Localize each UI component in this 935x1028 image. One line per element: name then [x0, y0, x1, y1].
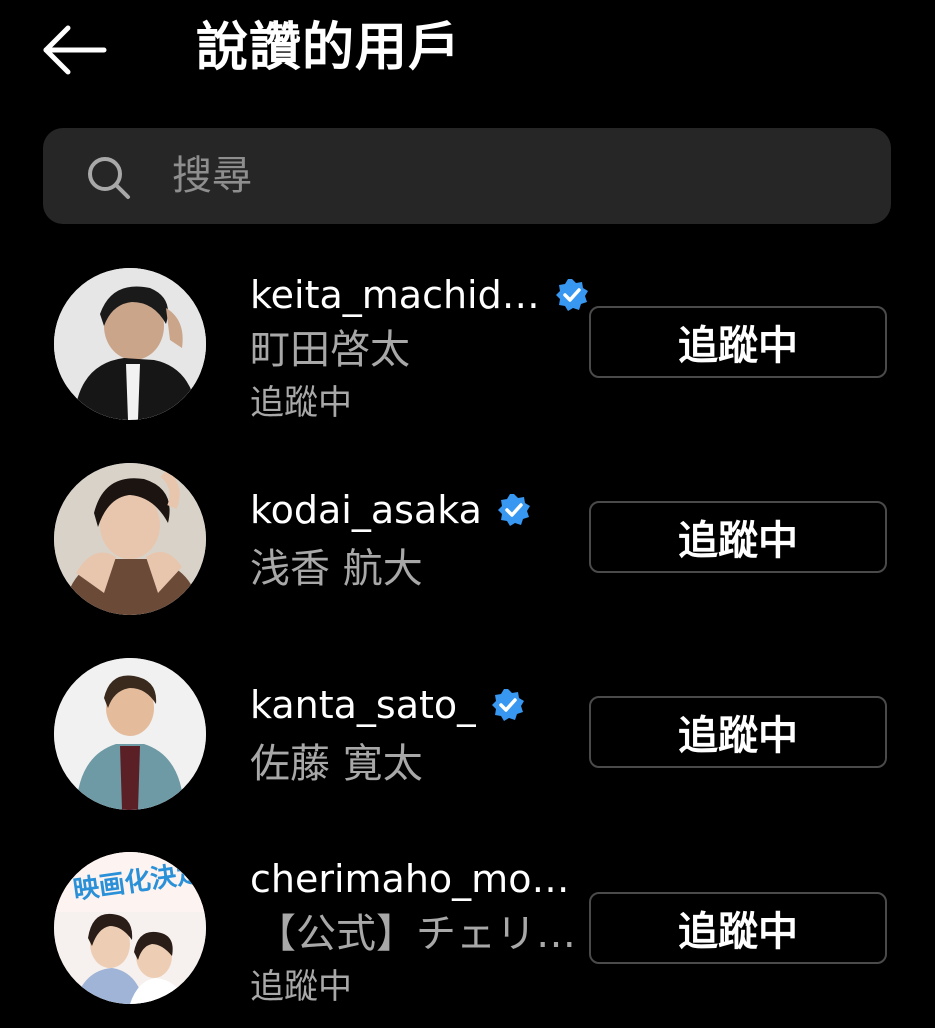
username[interactable]: cherimaho_mov… [250, 857, 584, 901]
list-item: kanta_sato_ 佐藤 寛太 追蹤中 [0, 652, 935, 832]
full-name: 佐藤 寛太 [250, 741, 423, 787]
username-line: cherimaho_mov… [250, 854, 584, 904]
username-line: kodai_asaka [250, 485, 532, 535]
page-title: 說讚的用戶 [196, 18, 462, 78]
search-icon [88, 157, 130, 199]
following-button[interactable]: 追蹤中 [589, 892, 887, 964]
verified-badge-icon [492, 689, 525, 721]
username-line: kanta_sato_ [250, 680, 526, 730]
list-item: 映画化決定! cherimaho_mov… 【公式】チェリ… 追蹤中 追蹤中 [0, 848, 935, 1028]
list-item: keita_machid… 町田啓太 追蹤中 追蹤中 [0, 262, 935, 442]
username[interactable]: keita_machid… [250, 273, 540, 317]
search-input[interactable] [172, 138, 852, 214]
full-name: 浅香 航大 [250, 546, 423, 592]
follow-status-text: 追蹤中 [250, 967, 352, 1007]
follow-status-text: 追蹤中 [250, 383, 352, 423]
verified-badge-icon [497, 494, 530, 526]
arrow-left-icon [43, 25, 107, 75]
verified-badge-icon [555, 279, 588, 311]
header: 說讚的用戶 [0, 0, 935, 100]
following-button[interactable]: 追蹤中 [589, 306, 887, 378]
username-line: keita_machid… [250, 270, 590, 320]
back-button[interactable] [40, 22, 110, 78]
following-button[interactable]: 追蹤中 [589, 501, 887, 573]
following-button[interactable]: 追蹤中 [589, 696, 887, 768]
list-item: kodai_asaka 浅香 航大 追蹤中 [0, 457, 935, 637]
avatar[interactable] [54, 658, 206, 810]
avatar[interactable] [54, 268, 206, 420]
full-name: 町田啓太 [250, 327, 410, 373]
username[interactable]: kodai_asaka [250, 488, 482, 532]
avatar[interactable]: 映画化決定! [54, 852, 206, 1004]
username[interactable]: kanta_sato_ [250, 683, 476, 727]
full-name: 【公式】チェリ… [256, 911, 576, 957]
avatar[interactable] [54, 463, 206, 615]
